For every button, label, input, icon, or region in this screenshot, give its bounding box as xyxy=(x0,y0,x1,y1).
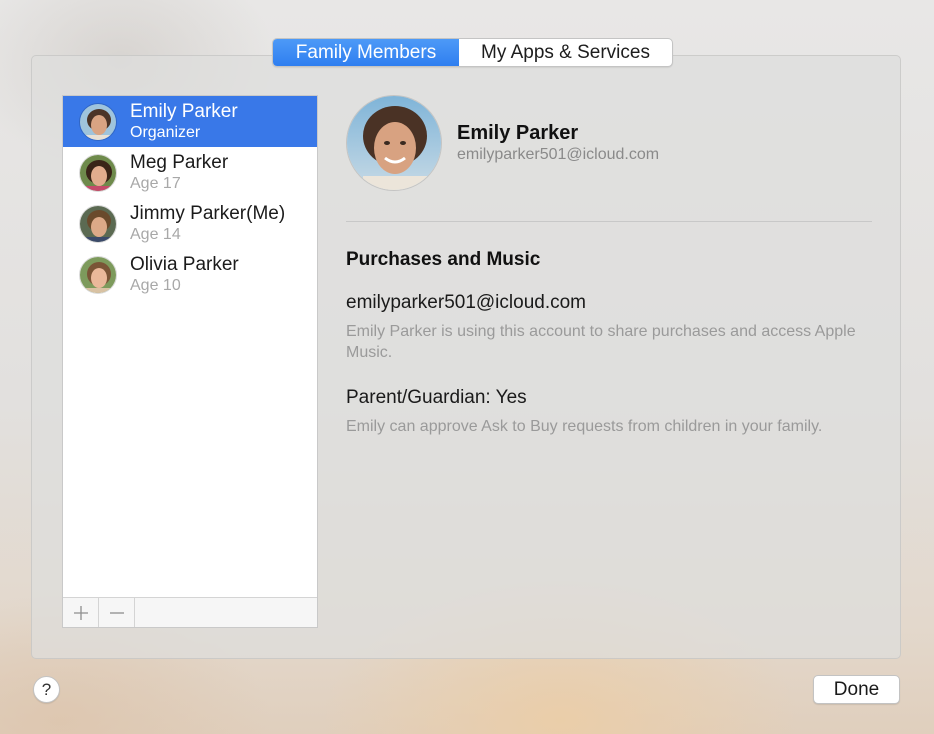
tab-apps-services[interactable]: My Apps & Services xyxy=(459,39,672,66)
member-row-emily[interactable]: Emily Parker Organizer xyxy=(63,96,317,147)
divider xyxy=(346,221,872,222)
list-footer xyxy=(63,597,317,627)
detail-avatar xyxy=(346,95,442,191)
avatar xyxy=(79,103,117,141)
section-title: Purchases and Music xyxy=(346,249,541,270)
member-name: Jimmy Parker(Me) xyxy=(130,203,286,224)
detail-email: emilyparker501@icloud.com xyxy=(457,146,660,163)
detail-name: Emily Parker xyxy=(457,122,579,144)
avatar xyxy=(79,154,117,192)
member-row-jimmy[interactable]: Jimmy Parker(Me) Age 14 xyxy=(63,198,317,249)
minus-icon xyxy=(109,611,124,614)
avatar xyxy=(79,256,117,294)
shared-account-description: Emily Parker is using this account to sh… xyxy=(346,323,856,361)
parent-guardian-description: Emily can approve Ask to Buy requests fr… xyxy=(346,418,823,435)
remove-member-button[interactable] xyxy=(99,598,135,627)
tab-family-members[interactable]: Family Members xyxy=(273,39,459,66)
avatar xyxy=(79,205,117,243)
member-role: Organizer xyxy=(130,124,201,141)
member-name: Olivia Parker xyxy=(130,254,239,275)
plus-icon xyxy=(73,605,88,620)
member-name: Meg Parker xyxy=(130,152,229,173)
member-age: Age 17 xyxy=(130,175,181,192)
member-row-meg[interactable]: Meg Parker Age 17 xyxy=(63,147,317,198)
segmented-control: Family Members My Apps & Services xyxy=(272,38,673,67)
done-button[interactable]: Done xyxy=(813,675,900,704)
family-member-list: Emily Parker Organizer Meg Parker Age 17… xyxy=(62,95,318,628)
member-row-olivia[interactable]: Olivia Parker Age 10 xyxy=(63,249,317,300)
member-name: Emily Parker xyxy=(130,101,238,122)
add-member-button[interactable] xyxy=(63,598,99,627)
member-age: Age 10 xyxy=(130,277,181,294)
help-button[interactable]: ? xyxy=(33,676,60,703)
member-age: Age 14 xyxy=(130,226,181,243)
shared-account: emilyparker501@icloud.com xyxy=(346,292,586,313)
parent-guardian-status: Parent/Guardian: Yes xyxy=(346,387,527,408)
